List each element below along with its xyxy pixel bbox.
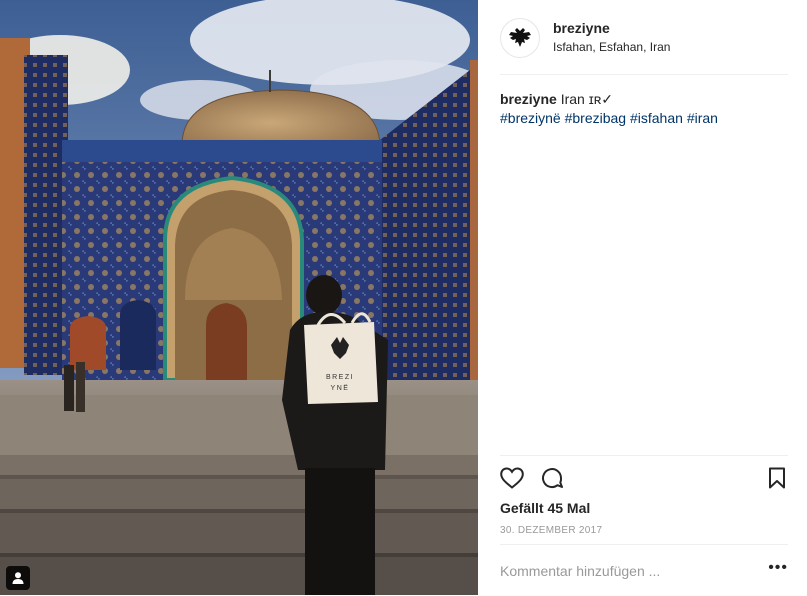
comment-bubble-icon [542,468,563,489]
save-button[interactable] [768,467,786,494]
comment-bar: ••• [500,544,788,596]
comment-input[interactable] [500,559,740,583]
post-username[interactable]: breziyne [553,20,610,36]
hashtag-link[interactable]: #iran [687,110,718,126]
comment-button[interactable] [540,466,564,495]
post-side-panel: breziyne Isfahan, Esfahan, Iran breziyne… [478,0,807,595]
post-actions: Gefällt 45 Mal 30. DEZEMBER 2017 [500,455,788,544]
hashtag-link[interactable]: #breziynë [500,110,561,126]
mosque-photo: BREZI YNË [0,0,478,595]
bag-print-line1: BREZI [326,374,354,381]
hashtag-link[interactable]: #brezibag [565,110,627,126]
user-tag-button[interactable] [6,566,30,590]
hashtag-list: #breziynë #brezibag #isfahan #iran [500,110,718,126]
more-options-button[interactable]: ••• [768,560,788,576]
post-caption: breziyne Iran ɪʀ✓ #breziynë #brezibag #i… [500,90,790,128]
heart-icon [500,467,524,489]
bookmark-icon [769,467,785,489]
double-headed-eagle-icon [509,28,531,47]
post-photo[interactable]: BREZI YNË [0,0,478,595]
post-header: breziyne Isfahan, Esfahan, Iran [500,16,788,75]
bag-print-line2: YNË [331,384,350,392]
avatar[interactable] [500,18,540,58]
caption-username[interactable]: breziyne [500,91,557,107]
post-location[interactable]: Isfahan, Esfahan, Iran [553,40,670,54]
caption-text: Iran ɪʀ✓ [560,91,614,107]
like-button[interactable] [500,467,524,494]
person-icon [12,572,24,584]
post-date[interactable]: 30. DEZEMBER 2017 [500,525,602,536]
likes-count[interactable]: Gefällt 45 Mal [500,500,590,516]
hashtag-link[interactable]: #isfahan [630,110,683,126]
